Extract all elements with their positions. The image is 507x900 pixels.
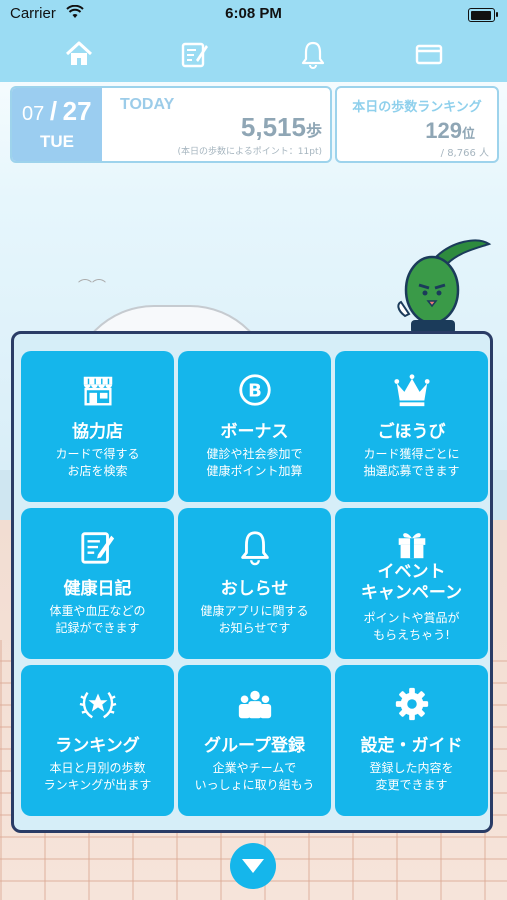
menu-tile[interactable]: 健康日記体重や血圧などの 記録ができます [21, 508, 174, 659]
menu-tile[interactable]: おしらせ健康アプリに関する お知らせです [178, 508, 331, 659]
seagull-icon: ⌒⌒ [78, 279, 106, 295]
menu-tile[interactable]: 協力店カードで得する お店を検索 [21, 351, 174, 502]
menu-tile-description: 体重や血圧などの 記録ができます [49, 604, 146, 635]
points-note: (本日の歩数によるポイント：11pt) [177, 147, 322, 157]
menu-tile-description: カード獲得ごとに 抽選応募できます [363, 447, 460, 478]
card-tab[interactable] [411, 38, 447, 70]
menu-tile-description: ポイントや賞品が もらえちゃう! [363, 611, 460, 642]
day: 27 [62, 96, 92, 126]
weekday: TUE [40, 132, 74, 151]
home-tab[interactable] [61, 38, 97, 70]
laurel-star-icon [21, 685, 174, 725]
chevron-down-icon [242, 859, 264, 873]
menu-tile[interactable]: 設定・ガイド登録した内容を 変更できます [335, 665, 488, 816]
bell-icon [178, 528, 331, 568]
menu-tile[interactable]: ランキング本日と月別の歩数 ランキングが出ます [21, 665, 174, 816]
menu-tile-description: 健康アプリに関する お知らせです [200, 604, 309, 635]
menu-tile-title: おしらせ [220, 579, 289, 599]
rank-value: 129 [425, 118, 462, 143]
notebook-icon [181, 42, 208, 68]
home-icon [65, 41, 93, 65]
svg-text:B: B [248, 381, 262, 402]
mascot-olive-icon [397, 239, 492, 334]
crown-icon [335, 371, 488, 411]
ranking-title: 本日の歩数ランキング [352, 100, 482, 115]
date-separator: / [49, 96, 58, 126]
gift-icon [335, 524, 488, 564]
step-unit: 歩 [305, 123, 322, 140]
clock: 6:08 PM [225, 5, 282, 22]
menu-tile-description: 企業やチームで いっしょに取り組もう [194, 761, 315, 792]
menu-tile-description: 本日と月別の歩数 ランキングが出ます [43, 761, 152, 792]
status-bar: Carrier 6:08 PM [0, 0, 507, 30]
menu-tile[interactable]: イベント キャンペーンポイントや賞品が もらえちゃう! [335, 508, 488, 659]
today-label: TODAY [120, 96, 175, 113]
menu-tile-title: ごほうび [377, 422, 446, 442]
month: 07 [22, 103, 45, 125]
menu-tile-title: 設定・ガイド [360, 736, 463, 756]
menu-tile-title: ランキング [55, 736, 140, 756]
top-nav [0, 30, 507, 82]
menu-tile-description: カードで得する お店を検索 [55, 447, 140, 478]
scroll-down-button[interactable] [230, 843, 276, 889]
diary-tab[interactable] [177, 38, 213, 70]
step-count: 5,515歩 [241, 112, 322, 143]
battery-icon [468, 8, 498, 22]
menu-tile[interactable]: グループ登録企業やチームで いっしょに取り組もう [178, 665, 331, 816]
menu-tile-title: イベント キャンペーン [360, 562, 463, 603]
step-value: 5,515 [240, 112, 306, 142]
rank-unit: 位 [461, 126, 475, 141]
gear-icon [335, 685, 488, 725]
notice-tab[interactable] [295, 38, 331, 70]
shop-icon [21, 371, 174, 411]
menu-tile-title: グループ登録 [204, 736, 305, 756]
menu-tile-title: 協力店 [72, 422, 123, 442]
menu-tile-title: ボーナス [220, 422, 289, 442]
bonus-icon: B [178, 371, 331, 411]
menu-tile[interactable]: ごほうびカード獲得ごとに 抽選応募できます [335, 351, 488, 502]
group-icon [178, 685, 331, 725]
bell-icon [301, 41, 325, 69]
menu-tile-title: 健康日記 [63, 579, 132, 599]
menu-tile[interactable]: B ボーナス健診や社会参加で 健康ポイント加算 [178, 351, 331, 502]
card-icon [415, 44, 443, 65]
rank-total: / 8,766 人 [440, 148, 489, 159]
menu-tile-description: 健診や社会参加で 健康ポイント加算 [206, 447, 303, 478]
ranking-card[interactable]: 本日の歩数ランキング 129位 / 8,766 人 [335, 86, 499, 163]
menu-tile-description: 登録した内容を 変更できます [369, 761, 454, 792]
diary-icon [21, 528, 174, 568]
date-box: 07 / 27 TUE [12, 88, 102, 161]
rank-position: 129位 [425, 118, 475, 144]
today-steps-card[interactable]: 07 / 27 TUE TODAY 5,515歩 (本日の歩数によるポイント：1… [10, 86, 332, 163]
menu-panel: 協力店カードで得する お店を検索 B ボーナス健診や社会参加で 健康ポイント加算 ごほ… [11, 331, 493, 833]
